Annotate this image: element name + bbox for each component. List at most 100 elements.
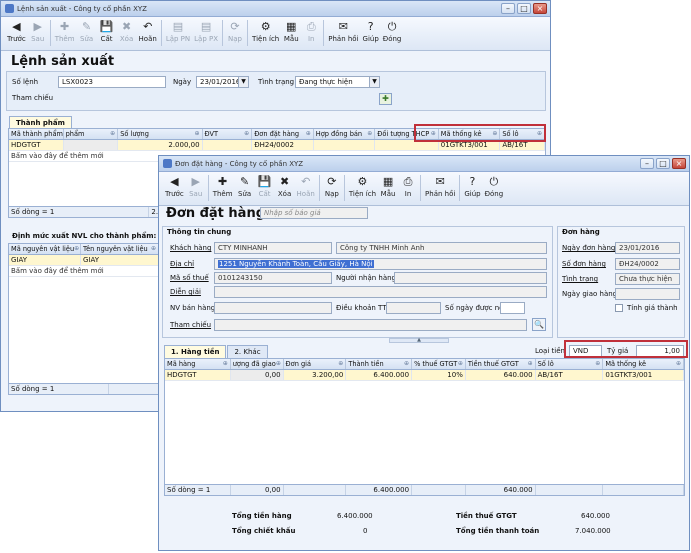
toolbar-in-button[interactable]: ⎙ In [301,20,321,49]
minimize-icon[interactable]: – [501,3,515,14]
add-new-row[interactable]: Bấm vào đây để thêm mới [9,266,159,277]
pin-icon[interactable]: ⊕ [676,359,681,369]
toolbar-lap-pn-button[interactable]: ▤ Lập PN [164,20,192,49]
toolbar-sua-button[interactable]: ✎ Sửa [235,175,255,204]
toolbar-mau-button[interactable]: ▦ Mẫu [281,20,301,49]
chevron-down-icon[interactable]: ▼ [238,77,248,87]
toolbar-tien-ich-button[interactable]: ⚙ Tiện ích [347,175,378,204]
close-icon[interactable]: × [533,3,547,14]
pin-icon[interactable]: ⊕ [367,129,372,139]
pin-icon[interactable]: ⊕ [458,359,463,369]
col-header-1[interactable]: Tên nguyên vật liệu ⊕ [81,244,159,254]
ngay-input[interactable]: 23/01/2016 ▼ [196,76,249,88]
toolbar-dong-button[interactable]: ⏻ Đóng [483,175,506,204]
col-header-5[interactable]: Tiền thuế GTGT ⊕ [466,359,536,369]
toolbar-hoan-button[interactable]: ↶ Hoãn [295,175,317,204]
tham-chieu-button[interactable]: ✚ [379,93,392,105]
maximize-icon[interactable]: □ [656,158,670,169]
toolbar-cat-button[interactable]: 💾 Cất [255,175,275,204]
toolbar-nap-button[interactable]: ⟳ Nạp [225,20,245,49]
close-icon[interactable]: × [672,158,686,169]
pin-icon[interactable]: ⊕ [151,244,156,254]
pin-icon[interactable]: ⊕ [595,359,600,369]
nguoi-nhan-input[interactable] [394,272,547,284]
dien-giai-input[interactable] [214,286,547,298]
chevron-down-icon[interactable]: ▼ [369,77,379,87]
pin-icon[interactable]: ⊕ [276,359,281,369]
table-row[interactable]: GIAY GIAY [9,255,159,266]
minimize-icon[interactable]: – [640,158,654,169]
so-dh-input[interactable]: ĐH24/0002 [615,258,680,270]
tham-chieu-input[interactable] [214,319,527,331]
nv-ban-hang-input[interactable] [214,302,332,314]
khach-hang-code-input[interactable]: CTY MINHANH [214,242,332,254]
toolbar-in-button[interactable]: ⎙ In [398,175,418,204]
dieu-khoan-input[interactable] [386,302,441,314]
so-ngay-no-input[interactable] [500,302,525,314]
pin-icon[interactable]: ⊕ [195,129,200,139]
toolbar-truoc-button[interactable]: ◀ Trước [163,175,186,204]
bao-gia-search-input[interactable]: Nhập số báo giá [260,207,368,219]
col-header-3[interactable]: ĐVT ⊕ [203,129,253,139]
col-header-4[interactable]: % thuế GTGT ⊕ [412,359,466,369]
toolbar-cat-button[interactable]: 💾 Cất [97,20,117,49]
toolbar-phan-hoi-button[interactable]: ✉ Phản hồi [326,20,360,49]
col-header-0[interactable]: Mã hàng ⊕ [165,359,231,369]
pin-icon[interactable]: ⊕ [404,359,409,369]
toolbar-giup-button[interactable]: ? Giúp [462,175,482,204]
col-header-2[interactable]: Số lượng ⊕ [118,129,203,139]
col-header-0[interactable]: Mã nguyên vật liệu ⊕ [9,244,81,254]
pin-icon[interactable]: ⊕ [306,129,311,139]
toolbar-nap-button[interactable]: ⟳ Nạp [322,175,342,204]
col-header-1[interactable]: phẩm ⊕ [64,129,119,139]
pin-icon[interactable]: ⊕ [244,129,249,139]
pin-icon[interactable]: ⊕ [338,359,343,369]
pin-icon[interactable]: ⊕ [528,359,533,369]
toolbar-xoa-button[interactable]: ✖ Xóa [117,20,137,49]
toolbar-phan-hoi-button[interactable]: ✉ Phản hồi [423,175,457,204]
toolbar-separator [247,20,249,46]
pin-icon[interactable]: ⊕ [74,244,79,254]
so-lenh-input[interactable]: LSX0023 [58,76,166,88]
table-row[interactable]: HDGTGT 0,00 3.200,00 6.400.000 10% 640.000 AB/… [165,370,684,381]
toolbar-sua-button[interactable]: ✎ Sửa [77,20,97,49]
tinh-gia-checkbox[interactable] [615,304,623,312]
col-header-3[interactable]: Thành tiền ⊕ [346,359,413,369]
pin-icon[interactable]: ⊕ [223,359,228,369]
tab-khac[interactable]: 2. Khác [227,345,268,358]
toolbar-them-button[interactable]: ✚ Thêm [53,20,77,49]
toolbar-lap-px-button[interactable]: ▤ Lập PX [192,20,220,49]
panel-splitter[interactable]: ▲ [389,338,449,343]
col-header-2[interactable]: Đơn giá ⊕ [284,359,347,369]
toolbar-hoan-button[interactable]: ↶ Hoãn [137,20,159,49]
toolbar-sau-button[interactable]: ▶ Sau [28,20,48,49]
col-header-5[interactable]: Hợp đồng bán ⊕ [314,129,376,139]
toolbar-them-button[interactable]: ✚ Thêm [211,175,235,204]
col-header-0[interactable]: Mã thành phẩm⊕ [9,129,64,139]
back-window-titlebar[interactable]: Lệnh sản xuất - Công ty cổ phần XYZ – □ … [1,1,550,17]
toolbar-dong-button[interactable]: ⏻ Đóng [381,20,404,49]
ngay-giao-input[interactable] [615,288,680,300]
tinh-trang-input-front[interactable]: Chưa thực hiện [615,273,680,285]
col-header-1[interactable]: ượng đã giao ⊕ [231,359,284,369]
col-header-6[interactable]: Số lô ⊕ [536,359,604,369]
khach-hang-name-input[interactable]: Công ty TNHH Minh Anh [336,242,547,254]
ma-so-thue-input[interactable]: 0101243150 [214,272,332,284]
toolbar-truoc-button[interactable]: ◀ Trước [5,20,28,49]
col-header-7[interactable]: Mã thống kê ⊕ [603,359,684,369]
toolbar-sau-button[interactable]: ▶ Sau [186,175,206,204]
toolbar-tien-ich-button[interactable]: ⚙ Tiện ích [250,20,281,49]
toolbar-xoa-button[interactable]: ✖ Xóa [275,175,295,204]
tab-hang-tien[interactable]: 1. Hàng tiền [164,345,227,358]
maximize-icon[interactable]: □ [517,3,531,14]
search-icon[interactable]: 🔍 [532,318,546,331]
ngay-dh-input[interactable]: 23/01/2016 [615,242,680,254]
col-header-4[interactable]: Đơn đặt hàng ⊕ [252,129,314,139]
front-window-titlebar[interactable]: Đơn đặt hàng - Công ty cổ phần XYZ – □ × [159,156,689,172]
tinh-trang-select[interactable]: Đang thực hiện ▼ [295,76,380,88]
toolbar-mau-button[interactable]: ▦ Mẫu [378,175,398,204]
dia-chi-input[interactable]: 1251 Nguyễn Khánh Toàn, Cầu Giấy, Hà Nội [214,258,547,270]
pin-icon[interactable]: ⊕ [110,129,115,139]
toolbar-giup-button[interactable]: ? Giúp [361,20,381,49]
toolbar-label: Sau [31,35,45,43]
